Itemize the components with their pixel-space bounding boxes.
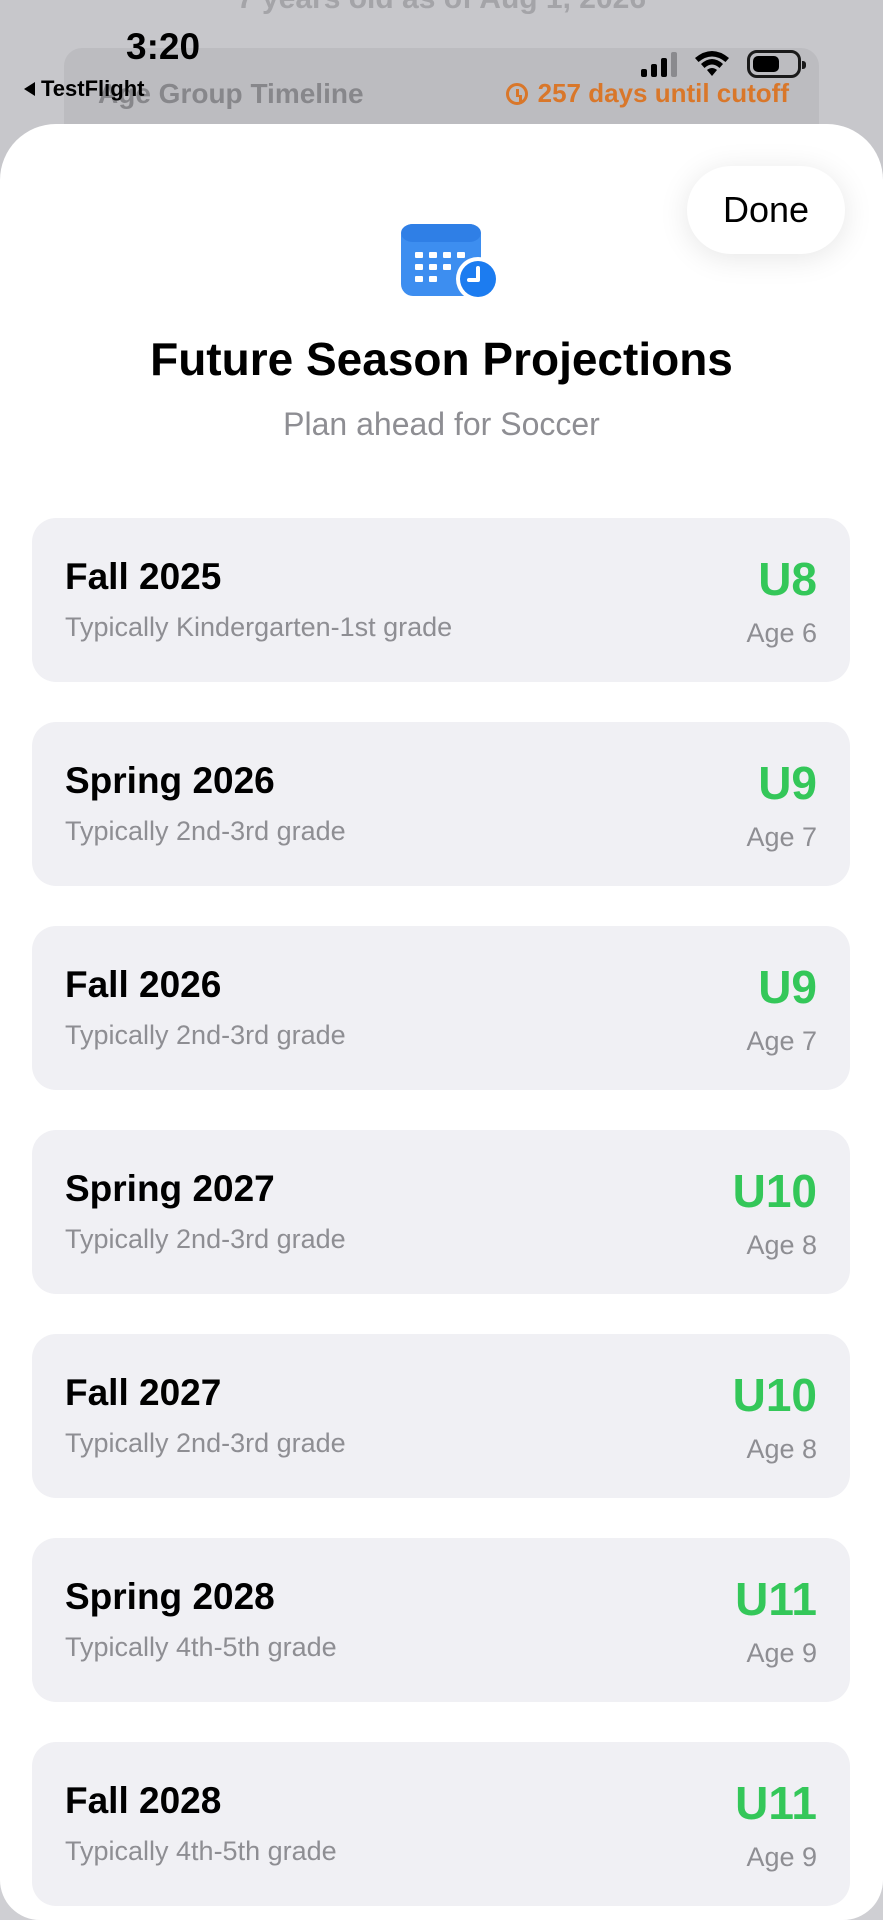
season-name: Spring 2028 [65,1576,275,1617]
page-title: Future Season Projections [150,333,733,385]
age-group-badge: U11 [735,1573,817,1625]
age-group-badge: U10 [732,1165,817,1217]
age-group-badge: U10 [732,1369,817,1421]
season-grade: Typically 4th-5th grade [65,1632,337,1662]
season-grade: Typically Kindergarten-1st grade [65,612,453,642]
season-name: Fall 2025 [65,556,222,597]
back-arrow-icon [24,82,35,96]
season-name: Spring 2027 [65,1168,275,1209]
background-countdown-text: 257 days until cutoff [537,78,789,108]
battery-icon [747,50,806,78]
season-age: Age 9 [746,1842,817,1872]
back-app-label: TestFlight [41,76,145,101]
status-time: 3:20 [126,26,201,67]
season-row-spring-2026: Spring 2026 Typically 2nd-3rd grade U9 A… [32,722,850,886]
cellular-signal-icon [641,51,677,77]
season-grade: Typically 2nd-3rd grade [65,816,346,846]
season-list: Fall 2025 Typically Kindergarten-1st gra… [32,518,850,1920]
age-group-badge: U11 [735,1777,817,1829]
age-group-badge: U9 [758,757,817,809]
season-grade: Typically 2nd-3rd grade [65,1428,346,1458]
season-age: Age 6 [746,618,817,648]
season-row-spring-2027: Spring 2027 Typically 2nd-3rd grade U10 … [32,1130,850,1294]
season-name: Spring 2026 [65,760,275,801]
season-age: Age 7 [746,822,817,852]
season-age: Age 8 [746,1434,817,1464]
season-age: Age 7 [746,1026,817,1056]
season-row-fall-2026: Fall 2026 Typically 2nd-3rd grade U9 Age… [32,926,850,1090]
season-row-spring-2028: Spring 2028 Typically 4th-5th grade U11 … [32,1538,850,1702]
age-group-badge: U9 [758,961,817,1013]
background-countdown: 257 days until cutoff [505,78,789,109]
projections-sheet: Done Future Season Projections Plan ahea… [0,124,883,1920]
season-grade: Typically 4th-5th grade [65,1836,337,1866]
season-row-fall-2028: Fall 2028 Typically 4th-5th grade U11 Ag… [32,1742,850,1906]
calendar-clock-icon [401,224,500,301]
season-row-fall-2027: Fall 2027 Typically 2nd-3rd grade U10 Ag… [32,1334,850,1498]
season-name: Fall 2026 [65,964,222,1005]
season-grade: Typically 2nd-3rd grade [65,1020,346,1050]
back-to-app-button[interactable]: TestFlight [24,76,144,102]
age-group-badge: U8 [758,553,817,605]
status-icons [641,50,806,78]
season-name: Fall 2028 [65,1780,222,1821]
season-grade: Typically 2nd-3rd grade [65,1224,346,1254]
season-age: Age 8 [746,1230,817,1260]
page-subtitle: Plan ahead for Soccer [283,406,600,442]
season-row-fall-2025: Fall 2025 Typically Kindergarten-1st gra… [32,518,850,682]
season-name: Fall 2027 [65,1372,222,1413]
background-age-text: 7 years old as of Aug 1, 2026 [0,0,883,16]
season-age: Age 9 [746,1638,817,1668]
clock-icon [505,82,528,105]
wifi-icon [695,51,729,76]
done-button[interactable]: Done [687,166,845,254]
